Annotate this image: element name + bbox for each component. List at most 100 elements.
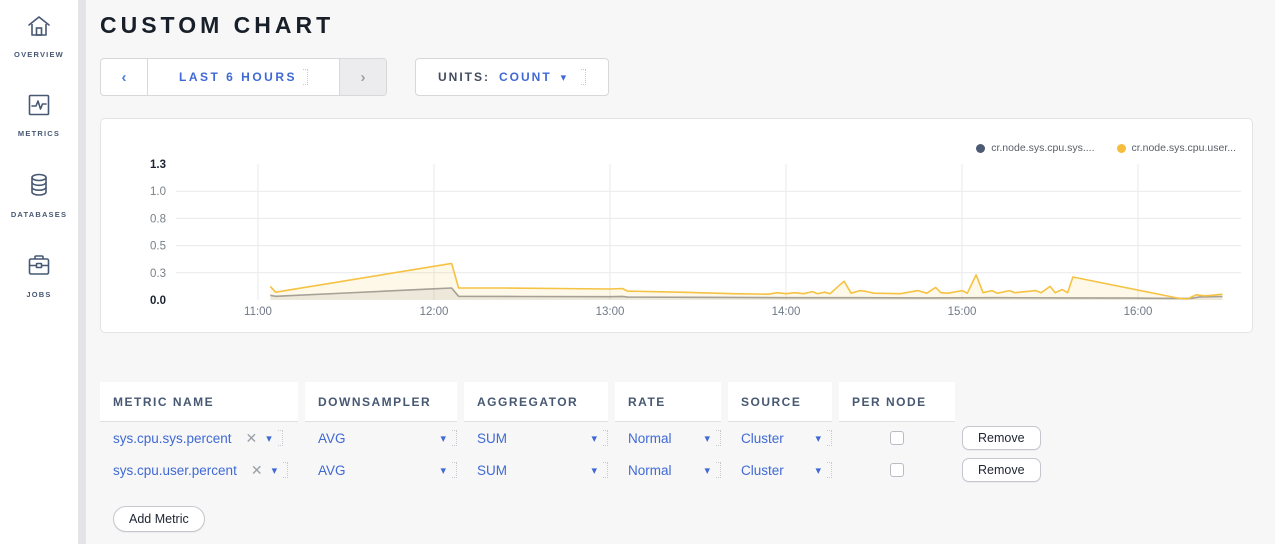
column-header: RATE (615, 382, 721, 422)
home-icon (26, 14, 52, 43)
main-content: CUSTOM CHART ‹ LAST 6 HOURS › UNITS: COU… (86, 0, 1275, 544)
time-range-dropdown[interactable]: LAST 6 HOURS (148, 59, 339, 95)
dropdown-edge (278, 430, 283, 446)
aggregator-select[interactable]: SUM ▾ (464, 454, 608, 486)
sidebar-item-metrics[interactable]: METRICS (18, 93, 60, 138)
x-axis-tick-label: 12:00 (420, 306, 449, 318)
per-node-cell (839, 454, 955, 486)
rate-select[interactable]: Normal ▾ (615, 454, 721, 486)
chevron-down-icon: ▾ (272, 464, 278, 477)
chevron-down-icon: ▾ (266, 432, 272, 445)
chevron-down-icon: ▾ (815, 464, 821, 477)
time-window-selector: ‹ LAST 6 HOURS › (100, 58, 387, 96)
chevron-left-icon: ‹ (122, 69, 127, 86)
units-dropdown[interactable]: UNITS: COUNT ▾ (415, 58, 609, 96)
rate-value: Normal (628, 463, 695, 478)
source-value: Cluster (741, 431, 806, 446)
rate-select[interactable]: Normal ▾ (615, 422, 721, 454)
dropdown-edge (603, 462, 608, 478)
sidebar-item-databases[interactable]: DATABASES (11, 172, 67, 219)
source-value: Cluster (741, 463, 806, 478)
chevron-down-icon: ▾ (561, 71, 567, 84)
x-axis-tick-label: 16:00 (1124, 306, 1153, 318)
dropdown-edge (452, 430, 457, 446)
y-axis-tick-label: 0.5 (150, 241, 166, 253)
aggregator-select[interactable]: SUM ▾ (464, 422, 608, 454)
dropdown-edge (827, 462, 832, 478)
clear-icon[interactable]: ✕ (246, 430, 258, 447)
dropdown-edge (716, 430, 721, 446)
metric-name-value: sys.cpu.user.percent (113, 463, 237, 478)
sidebar-item-label: DATABASES (11, 210, 67, 219)
y-axis-tick-label: 0.8 (150, 213, 166, 225)
remove-button[interactable]: Remove (962, 426, 1041, 450)
column-header: PER NODE (839, 382, 955, 422)
downsampler-value: AVG (318, 431, 431, 446)
x-axis-tick-label: 15:00 (948, 306, 977, 318)
chevron-down-icon: ▾ (440, 464, 446, 477)
metric-name-value: sys.cpu.sys.percent (113, 431, 232, 446)
dropdown-edge (603, 430, 608, 446)
sidebar-item-label: JOBS (26, 290, 51, 299)
sidebar-item-overview[interactable]: OVERVIEW (14, 14, 64, 59)
metric-name-select[interactable]: sys.cpu.sys.percent ✕ ▾ (100, 422, 298, 454)
metrics-table-header: METRIC NAMEDOWNSAMPLERAGGREGATORRATESOUR… (100, 382, 1253, 422)
page-title: CUSTOM CHART (100, 12, 1253, 39)
sidebar-item-label: METRICS (18, 129, 60, 138)
chart-panel: cr.node.sys.cpu.sys.... cr.node.sys.cpu.… (100, 118, 1253, 333)
source-select[interactable]: Cluster ▾ (728, 422, 832, 454)
toolbar: ‹ LAST 6 HOURS › UNITS: COUNT ▾ (100, 58, 1253, 96)
dropdown-edge (452, 462, 457, 478)
per-node-checkbox[interactable] (890, 431, 904, 445)
x-axis-tick-label: 14:00 (772, 306, 801, 318)
dropdown-edge (303, 69, 308, 85)
per-node-cell (839, 422, 955, 454)
dropdown-edge (716, 462, 721, 478)
time-range-label: LAST 6 HOURS (179, 70, 297, 84)
column-header: DOWNSAMPLER (305, 382, 457, 422)
sidebar: OVERVIEW METRICS DATABASES JOBS (0, 0, 78, 544)
aggregator-value: SUM (477, 431, 582, 446)
units-value: COUNT (499, 70, 552, 84)
dropdown-edge (827, 430, 832, 446)
metric-name-select[interactable]: sys.cpu.user.percent ✕ ▾ (100, 454, 298, 486)
x-axis-tick-label: 11:00 (244, 306, 272, 318)
clear-icon[interactable]: ✕ (251, 462, 263, 479)
chevron-down-icon: ▾ (591, 432, 597, 445)
remove-button[interactable]: Remove (962, 458, 1041, 482)
sidebar-item-label: OVERVIEW (14, 50, 64, 59)
sidebar-item-jobs[interactable]: JOBS (26, 253, 52, 299)
add-metric-button[interactable]: Add Metric (113, 506, 205, 532)
metrics-config: METRIC NAMEDOWNSAMPLERAGGREGATORRATESOUR… (100, 382, 1253, 532)
downsampler-select[interactable]: AVG ▾ (305, 454, 457, 486)
dropdown-edge (283, 462, 288, 478)
x-axis-tick-label: 13:00 (596, 306, 625, 318)
metric-row: sys.cpu.user.percent ✕ ▾ AVG ▾ SUM ▾ Nor… (100, 454, 1253, 486)
downsampler-select[interactable]: AVG ▾ (305, 422, 457, 454)
sidebar-divider (78, 0, 86, 544)
chevron-down-icon: ▾ (704, 464, 710, 477)
rate-value: Normal (628, 431, 695, 446)
time-next-button[interactable]: › (339, 59, 386, 95)
column-header: METRIC NAME (100, 382, 298, 422)
metric-row: sys.cpu.sys.percent ✕ ▾ AVG ▾ SUM ▾ Norm… (100, 422, 1253, 454)
aggregator-value: SUM (477, 463, 582, 478)
y-axis-tick-label: 0.3 (150, 268, 166, 280)
column-header: AGGREGATOR (464, 382, 608, 422)
remove-cell: Remove (962, 454, 1072, 486)
per-node-checkbox[interactable] (890, 463, 904, 477)
units-label: UNITS: (438, 70, 490, 84)
dropdown-edge (581, 69, 586, 85)
custom-chart: 11:0012:0013:0014:0015:0016:001.31.00.80… (101, 149, 1252, 329)
downsampler-value: AVG (318, 463, 431, 478)
time-prev-button[interactable]: ‹ (101, 59, 148, 95)
remove-cell: Remove (962, 422, 1072, 454)
graph-icon (26, 93, 52, 122)
chevron-right-icon: › (361, 69, 366, 86)
y-axis-tick-label: 0.0 (150, 295, 166, 307)
source-select[interactable]: Cluster ▾ (728, 454, 832, 486)
column-header: SOURCE (728, 382, 832, 422)
database-icon (26, 172, 52, 203)
chevron-down-icon: ▾ (815, 432, 821, 445)
metrics-table-body: sys.cpu.sys.percent ✕ ▾ AVG ▾ SUM ▾ Norm… (100, 422, 1253, 486)
